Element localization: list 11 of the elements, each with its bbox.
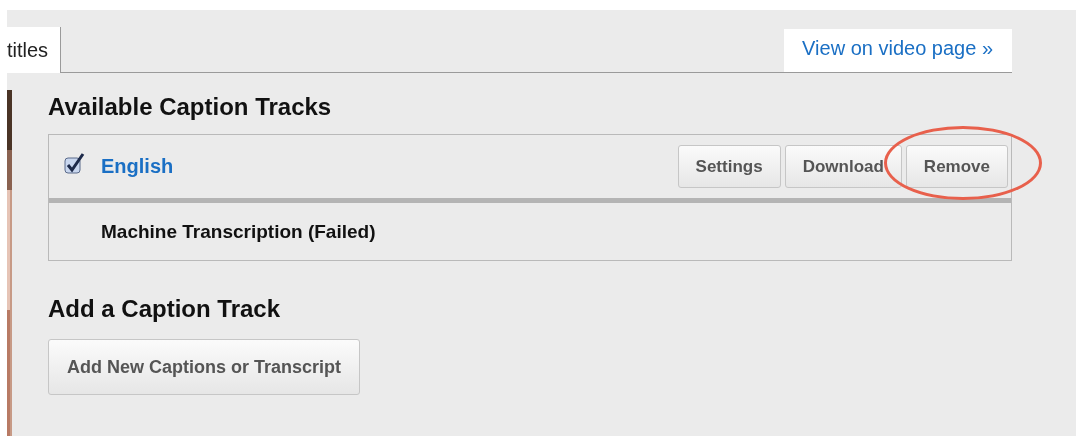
- track-button[interactable]: Settings: [677, 145, 781, 188]
- track-status: Machine Transcription (Failed): [101, 220, 376, 243]
- view-on-video-page-link[interactable]: View on video page »: [784, 29, 1012, 72]
- section-heading: Add a Caption Track: [48, 295, 282, 323]
- track-button[interactable]: Remove: [905, 145, 1008, 188]
- tab[interactable]: titles: [7, 27, 62, 73]
- section-heading: Available Caption Tracks: [48, 93, 333, 121]
- track-button[interactable]: Download: [784, 145, 902, 188]
- add-captions-button[interactable]: Add New Captions or Transcript: [48, 339, 361, 395]
- track-link[interactable]: English: [101, 155, 174, 178]
- checkbox[interactable]: [64, 152, 86, 175]
